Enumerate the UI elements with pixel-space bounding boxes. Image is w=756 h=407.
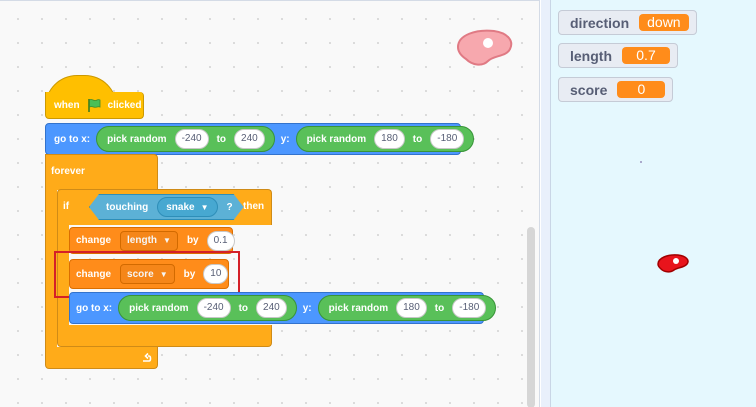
pick-random-label: pick random (107, 133, 167, 145)
pick-random-label: pick random (328, 302, 389, 314)
green-flag-icon (87, 99, 100, 112)
to-label: to (238, 302, 249, 314)
monitor-value: 0 (617, 81, 666, 98)
touching-target-value: snake (166, 201, 195, 213)
monitor-label: length (570, 47, 612, 64)
go-to-label: go to x: (54, 133, 91, 145)
chevron-down-icon: ▼ (200, 202, 209, 212)
chevron-down-icon: ▼ (163, 236, 171, 245)
random-to-input[interactable]: 240 (234, 129, 265, 149)
by-label: by (186, 235, 199, 246)
pick-random-x-reporter[interactable]: pick random -240 to 240 (96, 126, 275, 152)
monitor-value: 0.7 (622, 47, 670, 64)
touching-target-dropdown[interactable]: snake ▼ (157, 197, 217, 217)
variable-dropdown[interactable]: length ▼ (120, 230, 178, 251)
to-label: to (412, 133, 423, 145)
if-bottom-arm (57, 325, 272, 347)
go-to-label: go to x: (76, 302, 113, 314)
monitor-label: direction (570, 14, 630, 31)
change-length-block[interactable]: change length ▼ by 0.1 (69, 227, 235, 254)
monitor-value: down (639, 14, 689, 31)
random-to-input[interactable]: -180 (452, 298, 487, 318)
random-to-input[interactable]: -180 (430, 129, 465, 149)
variable-monitor-direction[interactable]: direction down (558, 10, 697, 35)
code-area[interactable]: when clicked go to x: pick random -240 t… (0, 0, 540, 407)
y-label: y: (302, 302, 312, 314)
question-label: ? (226, 201, 233, 213)
go-to-xy-block[interactable]: go to x: pick random -240 to 240 y: pick… (69, 292, 497, 324)
stage-dot (640, 161, 642, 163)
forever-label: forever (51, 166, 85, 177)
change-amount-input[interactable]: 0.1 (206, 230, 235, 251)
random-to-input[interactable]: 240 (256, 298, 287, 318)
editor-window: when clicked go to x: pick random -240 t… (0, 0, 756, 407)
pick-random-label: pick random (129, 302, 189, 314)
then-label: then (243, 201, 265, 212)
random-from-input[interactable]: -240 (196, 298, 231, 318)
variable-monitor-score[interactable]: score 0 (558, 77, 674, 102)
y-label: y: (280, 133, 290, 145)
variable-monitor-length[interactable]: length 0.7 (558, 43, 678, 68)
when-flag-clicked-block[interactable]: when clicked (45, 92, 144, 119)
when-label: when (54, 99, 80, 111)
change-label: change (76, 235, 112, 246)
sprite-costume-icon (456, 29, 513, 66)
random-from-input[interactable]: -240 (174, 129, 209, 149)
pick-random-label: pick random (306, 133, 367, 145)
pane-divider (541, 0, 550, 407)
pick-random-x-reporter[interactable]: pick random -240 to 240 (118, 295, 297, 321)
random-from-input[interactable]: 180 (374, 129, 405, 149)
to-label: to (434, 302, 445, 314)
food-sprite[interactable] (656, 253, 690, 273)
touching-label: touching (106, 201, 149, 213)
random-from-input[interactable]: 180 (396, 298, 427, 318)
monitor-label: score (570, 81, 608, 98)
pick-random-y-reporter[interactable]: pick random 180 to -180 (295, 126, 475, 152)
stage[interactable]: direction down length 0.7 score 0 (550, 0, 756, 407)
go-to-xy-block[interactable]: go to x: pick random -240 to 240 y: pick… (45, 123, 475, 155)
code-area-scrollbar[interactable] (527, 227, 535, 407)
loop-arrow-icon (143, 352, 152, 362)
variable-name: length (127, 235, 158, 246)
pick-random-y-reporter[interactable]: pick random 180 to -180 (317, 295, 497, 321)
clicked-label: clicked (107, 99, 142, 111)
selection-highlight-box (54, 251, 240, 298)
touching-sensing-block[interactable]: touching snake ▼ ? (89, 194, 244, 220)
if-label: if (63, 201, 70, 212)
to-label: to (216, 133, 227, 145)
